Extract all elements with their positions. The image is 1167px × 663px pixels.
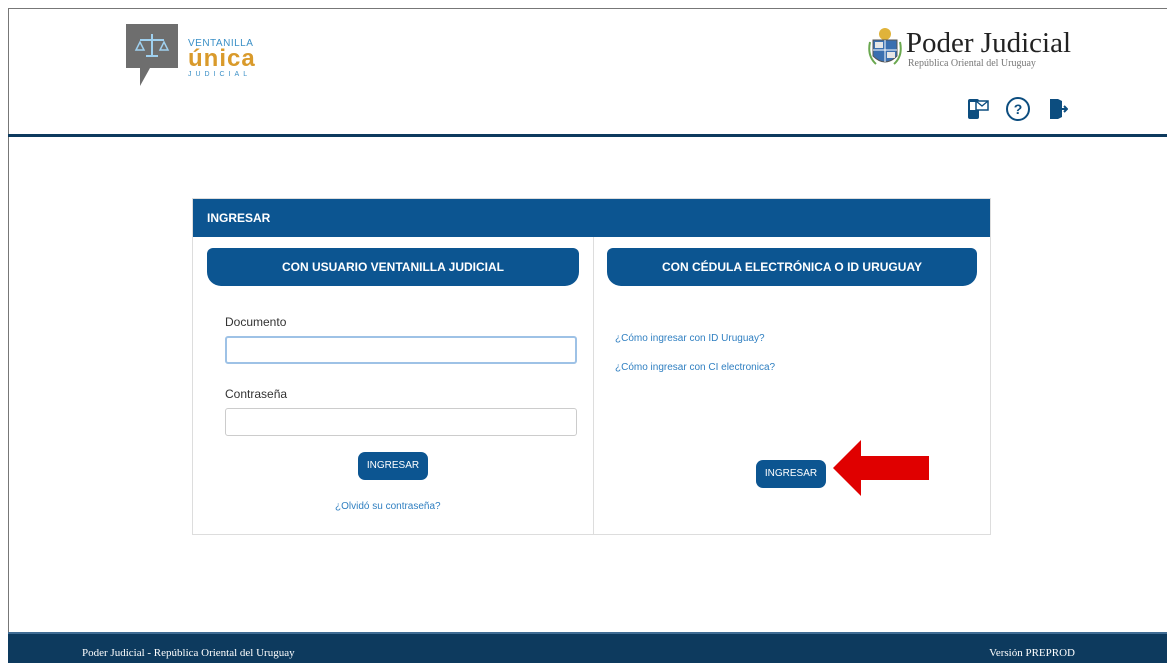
brand-subtitle: República Oriental del Uruguay — [907, 58, 1036, 69]
red-arrow-annotation-icon — [833, 440, 929, 496]
footer: Poder Judicial - República Oriental del … — [8, 632, 1167, 663]
tab-cedula-id-uruguay: CON CÉDULA ELECTRÓNICA O ID URUGUAY — [607, 248, 977, 286]
brand-title: Poder Judicial — [905, 27, 1071, 59]
documento-input[interactable] — [225, 336, 577, 364]
ventanilla-unica-logo[interactable]: VENTANILLA única JUDICIAL — [122, 20, 282, 92]
uruguay-coat-of-arms-icon — [868, 28, 902, 65]
logo-scales-icon — [126, 24, 178, 86]
ingresar-usuario-button[interactable]: INGRESAR — [358, 452, 428, 480]
tab-usuario-ventanilla: CON USUARIO VENTANILLA JUDICIAL — [207, 248, 579, 286]
ingresar-cedula-button[interactable]: INGRESAR — [756, 460, 826, 488]
help-icon[interactable]: ? — [1005, 96, 1031, 122]
svg-text:?: ? — [1014, 101, 1023, 117]
login-user-section: CON USUARIO VENTANILLA JUDICIAL Document… — [193, 237, 594, 534]
header-toolbar: ? — [965, 96, 1071, 122]
header-divider — [8, 134, 1167, 137]
logout-icon[interactable] — [1045, 96, 1071, 122]
id-uruguay-help-link[interactable]: ¿Cómo ingresar con ID Uruguay? — [615, 333, 765, 344]
contrasena-input[interactable] — [225, 408, 577, 436]
ci-electronica-help-link[interactable]: ¿Cómo ingresar con CI electronica? — [615, 362, 775, 373]
logo-text: VENTANILLA única JUDICIAL — [188, 38, 256, 78]
documento-label: Documento — [225, 315, 287, 329]
forgot-password-link[interactable]: ¿Olvidó su contraseña? — [335, 501, 441, 512]
logo-line2: única — [188, 45, 256, 72]
logo-line3: JUDICIAL — [188, 71, 252, 78]
contrasena-label: Contraseña — [225, 387, 288, 401]
footer-copyright: Poder Judicial - República Oriental del … — [82, 647, 295, 659]
panel-title: INGRESAR — [193, 199, 990, 237]
poder-judicial-brand: Poder Judicial República Oriental del Ur… — [906, 28, 1071, 69]
footer-version: Versión PREPROD — [989, 647, 1075, 659]
phone-mail-icon[interactable] — [965, 96, 991, 122]
